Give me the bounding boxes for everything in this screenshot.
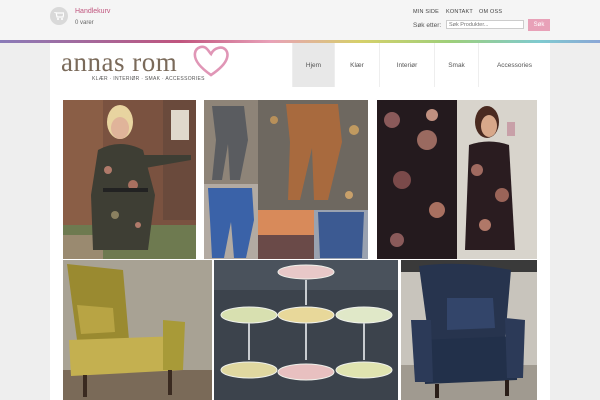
search-button[interactable]: Søk	[528, 19, 550, 31]
search-input[interactable]	[446, 20, 524, 29]
jeans-collage-image[interactable]	[204, 100, 368, 259]
nav-accessories[interactable]: Accessories	[478, 43, 550, 87]
nav-interior[interactable]: Interiør	[379, 43, 434, 87]
search-label: Søk etter:	[413, 22, 442, 29]
blue-chair-image[interactable]	[401, 260, 537, 400]
my-page-link[interactable]: MIN SIDE	[413, 9, 439, 15]
floral-dress-image[interactable]	[63, 100, 196, 259]
logo-tagline: KLÆR · INTERIØR · SMAK · ACCESSORIES	[92, 76, 205, 82]
heart-icon	[193, 45, 229, 77]
cart-count: 0 varer	[75, 20, 94, 26]
contact-link[interactable]: KONTAKT	[446, 9, 473, 15]
about-link[interactable]: OM OSS	[479, 9, 502, 15]
champagne-glasses-image[interactable]	[214, 260, 398, 400]
cart-link[interactable]: Handlekurv	[75, 8, 110, 15]
velvet-dress-image[interactable]	[377, 100, 537, 259]
nav-klaer[interactable]: Klær	[334, 43, 379, 87]
nav-smak[interactable]: Smak	[434, 43, 478, 87]
yellow-chair-image[interactable]	[63, 260, 212, 400]
nav-hjem[interactable]: Hjem	[292, 43, 334, 87]
cart-icon[interactable]	[50, 7, 68, 25]
logo-text[interactable]: annas rom	[61, 47, 177, 78]
